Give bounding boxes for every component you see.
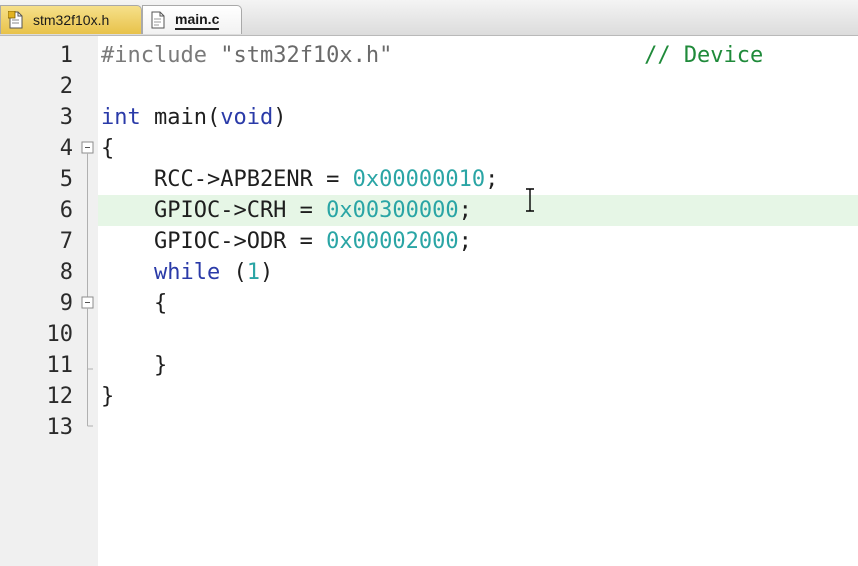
code-text: { bbox=[101, 133, 114, 164]
line-number: 4 bbox=[59, 136, 73, 161]
tab-label: stm32f10x.h bbox=[33, 12, 110, 28]
line-number: 7 bbox=[59, 229, 73, 254]
code-line[interactable]: 13 bbox=[0, 412, 858, 443]
line-number: 10 bbox=[46, 322, 74, 347]
code-text: } bbox=[101, 350, 167, 381]
source-file-icon bbox=[151, 11, 165, 29]
line-number: 8 bbox=[59, 260, 73, 285]
line-number: 6 bbox=[59, 198, 73, 223]
header-file-icon bbox=[8, 11, 23, 29]
fold-collapse-icon[interactable] bbox=[81, 296, 94, 309]
code-token: ; bbox=[485, 167, 499, 192]
code-line[interactable]: 6 GPIOC->CRH = 0x00300000; bbox=[0, 195, 858, 226]
code-text: int main(void) bbox=[101, 102, 286, 133]
code-line[interactable]: 7 GPIOC->ODR = 0x00002000; bbox=[0, 226, 858, 257]
code-text: GPIOC->ODR = 0x00002000; bbox=[101, 226, 472, 257]
code-line[interactable]: 12} bbox=[0, 381, 858, 412]
code-text: #include "stm32f10x.h" // Device bbox=[101, 40, 763, 71]
line-number: 12 bbox=[46, 384, 74, 409]
code-token: ; bbox=[458, 229, 472, 254]
line-number: 2 bbox=[59, 74, 73, 99]
code-token: { bbox=[101, 136, 115, 161]
code-line[interactable]: 2 bbox=[0, 71, 858, 102]
code-token: while bbox=[153, 260, 221, 285]
code-token: 0x00002000 bbox=[326, 229, 459, 254]
tab-stm32f10x-h[interactable]: stm32f10x.h bbox=[0, 5, 142, 34]
code-token: ) bbox=[259, 260, 274, 285]
line-number: 13 bbox=[46, 415, 74, 440]
code-line[interactable]: 11 } bbox=[0, 350, 858, 381]
code-token: ( bbox=[220, 260, 247, 285]
code-text: } bbox=[101, 381, 114, 412]
code-token: ; bbox=[458, 198, 472, 223]
code-token: 0x00000010 bbox=[352, 167, 486, 192]
code-token: 0x00300000 bbox=[326, 198, 459, 223]
line-number: 11 bbox=[46, 353, 74, 378]
code-line[interactable]: 10 bbox=[0, 319, 858, 350]
tab-label: main.c bbox=[175, 11, 220, 30]
code-token: RCC->APB2ENR = bbox=[101, 167, 353, 192]
tab-main-c[interactable]: main.c bbox=[142, 5, 242, 34]
code-token: int bbox=[101, 105, 141, 130]
code-line[interactable]: 5 RCC->APB2ENR = 0x00000010; bbox=[0, 164, 858, 195]
file-tab-bar: stm32f10x.h main.c bbox=[0, 0, 858, 36]
line-number: 1 bbox=[59, 43, 73, 68]
code-line[interactable]: 4{ bbox=[0, 133, 858, 164]
code-token: void bbox=[220, 105, 274, 130]
line-number: 9 bbox=[59, 291, 73, 316]
code-token: 1 bbox=[246, 260, 260, 285]
fold-margin bbox=[81, 141, 94, 427]
code-line[interactable]: 9 { bbox=[0, 288, 858, 319]
code-token: main( bbox=[140, 105, 221, 130]
code-token: } bbox=[101, 353, 168, 378]
code-token: { bbox=[101, 291, 168, 316]
code-token: GPIOC->ODR = bbox=[101, 229, 327, 254]
code-line[interactable]: 3 int main(void) bbox=[0, 102, 858, 133]
code-text: { bbox=[101, 288, 167, 319]
line-number: 3 bbox=[59, 105, 73, 130]
code-line[interactable]: 8 while (1) bbox=[0, 257, 858, 288]
text-cursor-icon bbox=[526, 188, 534, 212]
code-line[interactable]: 1 #include "stm32f10x.h" // Device bbox=[0, 40, 858, 71]
code-token: "stm32f10x.h" bbox=[220, 43, 393, 68]
line-number: 5 bbox=[59, 167, 73, 192]
code-token: // Device bbox=[644, 43, 764, 68]
code-token: GPIOC->CRH = bbox=[101, 198, 327, 223]
code-text: GPIOC->CRH = 0x00300000; bbox=[101, 195, 472, 226]
code-token: #include bbox=[101, 43, 207, 68]
code-token: } bbox=[101, 384, 115, 409]
fold-collapse-icon[interactable] bbox=[81, 141, 94, 154]
code-text: while (1) bbox=[101, 257, 273, 288]
code-token: ) bbox=[273, 105, 287, 130]
code-text: RCC->APB2ENR = 0x00000010; bbox=[101, 164, 498, 195]
